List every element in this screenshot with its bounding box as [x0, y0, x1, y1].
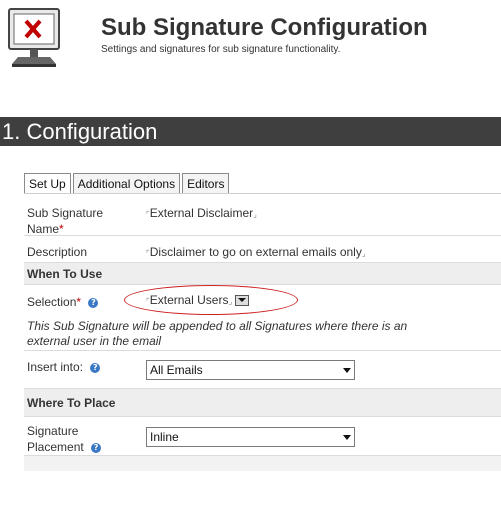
setup-panel: Sub Signature Name* ⌜External Disclaimer…: [24, 193, 501, 471]
section-title: 1. Configuration: [0, 117, 501, 146]
page-title: Sub Signature Configuration: [101, 14, 428, 41]
help-icon[interactable]: ?: [90, 362, 101, 373]
tab-bar: Set Up Additional Options Editors: [24, 173, 231, 193]
when-to-use-header: When To Use: [24, 263, 501, 285]
description-field[interactable]: ⌜Disclaimer to go on external emails onl…: [146, 244, 366, 262]
row-signature-placement: Signature Placement ? Inline: [24, 417, 501, 456]
insert-into-select[interactable]: All Emails: [146, 360, 355, 380]
row-sub-signature-name: Sub Signature Name* ⌜External Disclaimer…: [24, 202, 501, 236]
where-to-place-header: Where To Place: [24, 389, 501, 417]
required-mark: *: [59, 222, 64, 236]
selection-note: This Sub Signature will be appended to a…: [27, 319, 408, 348]
tab-set-up[interactable]: Set Up: [24, 173, 71, 193]
help-icon[interactable]: ?: [88, 297, 99, 308]
page-header: Sub Signature Configuration Settings and…: [0, 0, 501, 90]
page-subtitle: Settings and signatures for sub signatur…: [101, 44, 341, 55]
insert-into-label: Insert into: ?: [27, 359, 101, 375]
chevron-down-icon: [343, 435, 351, 440]
where-to-place-heading: Where To Place: [27, 396, 116, 410]
sub-signature-name-field[interactable]: ⌜External Disclaimer⌟: [146, 205, 257, 223]
description-label: Description: [27, 245, 88, 259]
highlight-oval: [124, 285, 298, 315]
panel-footer: [24, 456, 501, 471]
help-icon[interactable]: ?: [91, 442, 102, 453]
required-mark: *: [76, 295, 82, 309]
sub-signature-name-label: Sub Signature Name*: [27, 206, 104, 236]
chevron-down-icon: [343, 368, 351, 373]
when-to-use-heading: When To Use: [27, 267, 103, 281]
selection-label: Selection* ?: [27, 294, 99, 310]
tab-editors[interactable]: Editors: [182, 173, 230, 193]
row-insert-into: Insert into: ? All Emails: [24, 351, 501, 389]
monitor-error-icon: [8, 8, 60, 67]
signature-placement-select[interactable]: Inline: [146, 427, 355, 447]
row-description: Description ⌜Disclaimer to go on externa…: [24, 236, 501, 263]
tab-additional-options[interactable]: Additional Options: [72, 173, 181, 193]
signature-placement-label: Signature Placement ?: [27, 423, 107, 455]
